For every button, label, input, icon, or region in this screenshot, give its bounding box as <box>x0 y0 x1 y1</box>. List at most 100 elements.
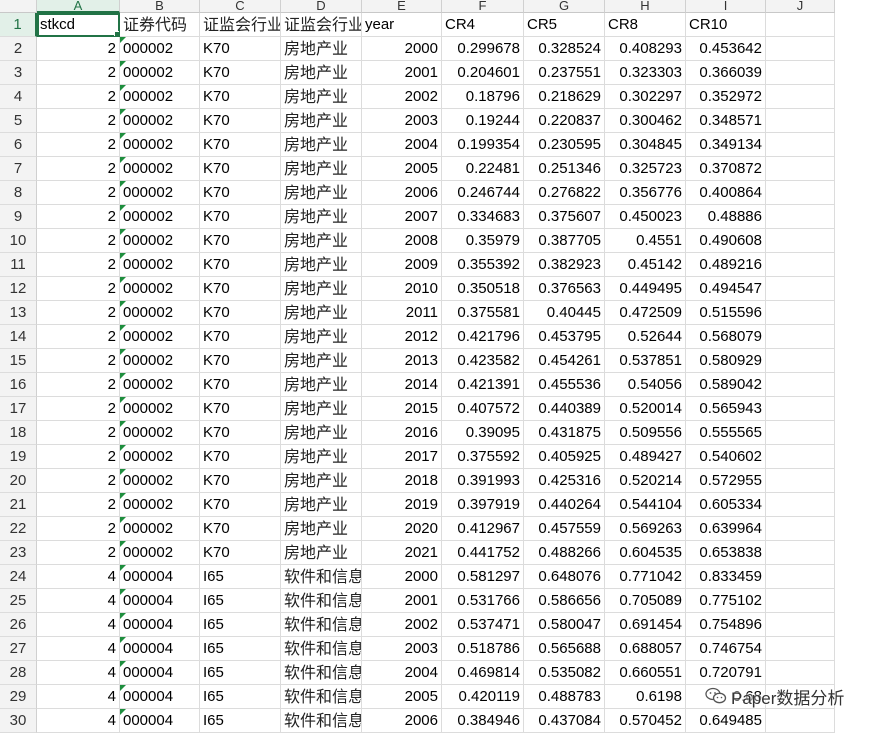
select-all-corner[interactable] <box>0 0 37 13</box>
cell-cr5[interactable]: 0.454261 <box>524 349 605 373</box>
header-cell-d[interactable]: 证监会行业 <box>281 13 362 37</box>
cell-stkcd[interactable]: 2 <box>37 205 120 229</box>
cell-ind_name[interactable]: 房地产业 <box>281 469 362 493</box>
cell-cr4[interactable]: 0.518786 <box>442 637 524 661</box>
cell-cr10[interactable]: 0.490608 <box>686 229 766 253</box>
cell-code[interactable]: 000004 <box>120 685 200 709</box>
cell-cr8[interactable]: 0.509556 <box>605 421 686 445</box>
cell-cr5[interactable]: 0.488266 <box>524 541 605 565</box>
cell-cr10[interactable]: 0.400864 <box>686 181 766 205</box>
cell-ind_name[interactable]: 房地产业 <box>281 205 362 229</box>
cell-cr10[interactable]: 0.833459 <box>686 565 766 589</box>
cell-year[interactable]: 2011 <box>362 301 442 325</box>
header-cell-c[interactable]: 证监会行业 <box>200 13 281 37</box>
cell-ind_name[interactable]: 软件和信息 <box>281 589 362 613</box>
cell-cr4[interactable]: 0.441752 <box>442 541 524 565</box>
row-header[interactable]: 17 <box>0 397 37 421</box>
cell-code[interactable]: 000002 <box>120 469 200 493</box>
cell-cr4[interactable]: 0.199354 <box>442 133 524 157</box>
cell-cr8[interactable]: 0.325723 <box>605 157 686 181</box>
cell-stkcd[interactable]: 2 <box>37 277 120 301</box>
cell-cr4[interactable]: 0.421796 <box>442 325 524 349</box>
cell-ind_code[interactable]: K70 <box>200 493 281 517</box>
cell-cr4[interactable]: 0.407572 <box>442 397 524 421</box>
cell-code[interactable]: 000002 <box>120 85 200 109</box>
cell-code[interactable]: 000004 <box>120 661 200 685</box>
cell-ind_code[interactable]: K70 <box>200 157 281 181</box>
cell-empty[interactable] <box>766 517 835 541</box>
cell-code[interactable]: 000002 <box>120 541 200 565</box>
cell-cr5[interactable]: 0.453795 <box>524 325 605 349</box>
cell-cr8[interactable]: 0.6198 <box>605 685 686 709</box>
cell-code[interactable]: 000002 <box>120 349 200 373</box>
cell-ind_code[interactable]: K70 <box>200 301 281 325</box>
cell-cr4[interactable]: 0.537471 <box>442 613 524 637</box>
row-header[interactable]: 3 <box>0 61 37 85</box>
cell-ind_name[interactable]: 软件和信息 <box>281 661 362 685</box>
cell-cr10[interactable]: 0.572955 <box>686 469 766 493</box>
cell-cr8[interactable]: 0.569263 <box>605 517 686 541</box>
header-cell-e[interactable]: year <box>362 13 442 37</box>
cell-cr10[interactable]: 0.589042 <box>686 373 766 397</box>
cell-stkcd[interactable]: 2 <box>37 157 120 181</box>
column-header-g[interactable]: G <box>524 0 605 13</box>
cell-cr5[interactable]: 0.565688 <box>524 637 605 661</box>
cell-cr5[interactable]: 0.218629 <box>524 85 605 109</box>
cell-ind_name[interactable]: 房地产业 <box>281 181 362 205</box>
cell-ind_code[interactable]: K70 <box>200 253 281 277</box>
cell-stkcd[interactable]: 2 <box>37 301 120 325</box>
row-header[interactable]: 19 <box>0 445 37 469</box>
row-header[interactable]: 30 <box>0 709 37 733</box>
cell-code[interactable]: 000004 <box>120 613 200 637</box>
cell-code[interactable]: 000002 <box>120 277 200 301</box>
cell-ind_name[interactable]: 房地产业 <box>281 517 362 541</box>
cell-cr10[interactable]: 0.515596 <box>686 301 766 325</box>
cell-cr8[interactable]: 0.52644 <box>605 325 686 349</box>
row-header[interactable]: 22 <box>0 517 37 541</box>
cell-cr5[interactable]: 0.535082 <box>524 661 605 685</box>
column-header-c[interactable]: C <box>200 0 281 13</box>
cell-stkcd[interactable]: 2 <box>37 493 120 517</box>
cell-cr5[interactable]: 0.488783 <box>524 685 605 709</box>
cell-year[interactable]: 2020 <box>362 517 442 541</box>
cell-year[interactable]: 2018 <box>362 469 442 493</box>
cell-year[interactable]: 2000 <box>362 565 442 589</box>
row-header[interactable]: 28 <box>0 661 37 685</box>
cell-cr4[interactable]: 0.334683 <box>442 205 524 229</box>
cell-year[interactable]: 2015 <box>362 397 442 421</box>
cell-stkcd[interactable]: 2 <box>37 61 120 85</box>
cell-ind_name[interactable]: 房地产业 <box>281 541 362 565</box>
column-header-a[interactable]: A <box>37 0 120 13</box>
cell-ind_name[interactable]: 软件和信息 <box>281 613 362 637</box>
cell-ind_name[interactable]: 房地产业 <box>281 37 362 61</box>
cell-cr8[interactable]: 0.472509 <box>605 301 686 325</box>
cell-cr10[interactable]: 0.746754 <box>686 637 766 661</box>
row-header[interactable]: 8 <box>0 181 37 205</box>
cell-cr5[interactable]: 0.405925 <box>524 445 605 469</box>
cell-cr5[interactable]: 0.237551 <box>524 61 605 85</box>
cell-ind_name[interactable]: 房地产业 <box>281 373 362 397</box>
cell-cr10[interactable]: 0.540602 <box>686 445 766 469</box>
cell-cr5[interactable]: 0.457559 <box>524 517 605 541</box>
row-header[interactable]: 20 <box>0 469 37 493</box>
cell-cr4[interactable]: 0.531766 <box>442 589 524 613</box>
cell-ind_name[interactable]: 软件和信息 <box>281 637 362 661</box>
cell-empty[interactable] <box>766 61 835 85</box>
cell-cr10[interactable]: 0.565943 <box>686 397 766 421</box>
cell-ind_code[interactable]: K70 <box>200 349 281 373</box>
cell-ind_name[interactable]: 房地产业 <box>281 133 362 157</box>
cell-code[interactable]: 000004 <box>120 709 200 733</box>
cell-empty[interactable] <box>766 445 835 469</box>
cell-cr4[interactable]: 0.204601 <box>442 61 524 85</box>
cell-cr5[interactable]: 0.276822 <box>524 181 605 205</box>
cell-stkcd[interactable]: 2 <box>37 325 120 349</box>
header-cell-a[interactable]: stkcd <box>37 13 120 37</box>
cell-year[interactable]: 2005 <box>362 157 442 181</box>
cell-cr8[interactable]: 0.771042 <box>605 565 686 589</box>
row-header[interactable]: 1 <box>0 13 37 37</box>
cell-cr5[interactable]: 0.431875 <box>524 421 605 445</box>
cell-stkcd[interactable]: 2 <box>37 349 120 373</box>
cell-code[interactable]: 000002 <box>120 133 200 157</box>
column-header-b[interactable]: B <box>120 0 200 13</box>
cell-cr5[interactable]: 0.455536 <box>524 373 605 397</box>
